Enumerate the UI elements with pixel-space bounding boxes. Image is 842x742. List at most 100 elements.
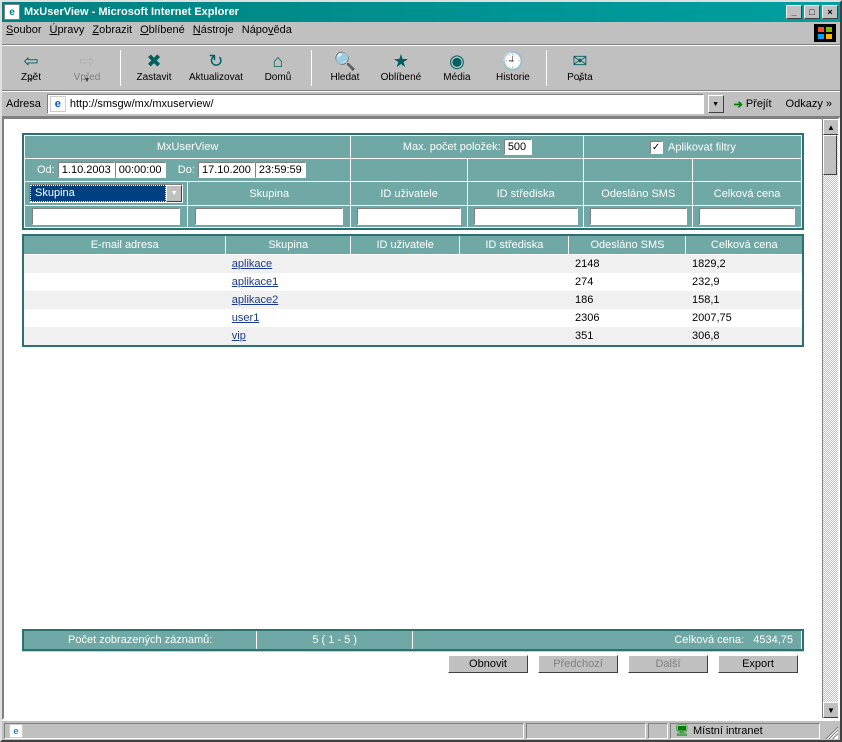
group-link[interactable]: vip [232, 330, 246, 342]
col-idstr-header[interactable]: ID střediska [467, 182, 584, 206]
th-iduz[interactable]: ID uživatele [351, 235, 460, 255]
cell-email [23, 255, 226, 274]
media-icon: ◉ [449, 50, 465, 72]
menu-upravy[interactable]: Úpravy [49, 24, 84, 42]
home-button[interactable]: ⌂ Domů [253, 48, 303, 85]
stop-button[interactable]: ✖ Zastavit [129, 48, 179, 85]
od-date-input[interactable]: 1.10.2003 [58, 162, 115, 178]
cell-odeslano: 2148 [569, 255, 686, 274]
group-link[interactable]: aplikace [232, 258, 272, 270]
scroll-thumb[interactable] [823, 135, 837, 175]
cell-skupina: vip [226, 327, 351, 346]
th-odeslano[interactable]: Odesláno SMS [569, 235, 686, 255]
filter-odeslano-input[interactable] [590, 208, 687, 225]
cell-idstr [460, 309, 569, 327]
th-cena[interactable]: Celková cena [686, 235, 803, 255]
max-items-cell: Max. počet položek: 500 [351, 136, 584, 159]
status-cell-2 [526, 723, 646, 739]
go-arrow-icon: ➔ [734, 98, 743, 111]
col-odeslano-header[interactable]: Odesláno SMS [584, 182, 693, 206]
cell-idstr [460, 273, 569, 291]
maximize-button[interactable]: □ [804, 5, 820, 19]
dalsi-button[interactable]: Další [628, 655, 708, 673]
window-title: MxUserView - Microsoft Internet Explorer [24, 6, 784, 18]
cell-cena: 1829,2 [686, 255, 803, 274]
cell-skupina: user1 [226, 309, 351, 327]
do-date-input[interactable]: 17.10.200 [198, 162, 255, 178]
do-time-input[interactable]: 23:59:59 [255, 162, 306, 178]
page-title: MxUserView [25, 136, 351, 159]
max-items-input[interactable]: 500 [504, 139, 532, 155]
minimize-button[interactable]: _ [786, 5, 802, 19]
chevron-down-icon: ▼ [576, 77, 583, 84]
export-button[interactable]: Export [718, 655, 798, 673]
address-input[interactable] [70, 98, 701, 110]
cell-cena: 2007,75 [686, 309, 803, 327]
status-text-cell: e [4, 723, 524, 739]
menu-oblibene[interactable]: Oblíbené [140, 24, 185, 42]
favorites-button[interactable]: ★ Oblíbené [376, 48, 426, 85]
filter-skupina-input[interactable] [195, 208, 343, 225]
media-button[interactable]: ◉ Média [432, 48, 482, 85]
cell-idstr [460, 255, 569, 274]
browser-window: e MxUserView - Microsoft Internet Explor… [0, 0, 842, 742]
titlebar: e MxUserView - Microsoft Internet Explor… [2, 2, 840, 22]
col-cena-header[interactable]: Celková cena [693, 182, 802, 206]
vertical-scrollbar[interactable]: ▲ ▼ [822, 119, 838, 718]
filter-idstr-input[interactable] [474, 208, 578, 225]
th-email[interactable]: E-mail adresa [23, 235, 226, 255]
cell-iduz [351, 327, 460, 346]
star-icon: ★ [393, 50, 409, 72]
close-button[interactable]: × [822, 5, 838, 19]
toolbar: ⇦ Zpět ▼ ⇨ Vpřed ▼ ✖ Zastavit ↻ Aktualiz… [2, 45, 840, 91]
group-link[interactable]: user1 [232, 312, 260, 324]
history-icon: 🕘 [502, 50, 524, 72]
predchozi-button[interactable]: Předchozí [538, 655, 618, 673]
back-button[interactable]: ⇦ Zpět ▼ [6, 48, 56, 86]
group-link[interactable]: aplikace2 [232, 294, 278, 306]
cell-iduz [351, 273, 460, 291]
filter-iduz-input[interactable] [357, 208, 461, 225]
menu-napoveda[interactable]: Nápověda [242, 24, 292, 42]
resize-grip[interactable] [822, 723, 838, 739]
table-row: aplikace 21481829,2 [23, 255, 803, 274]
home-icon: ⌂ [272, 50, 283, 72]
results-table: E-mail adresa Skupina ID uživatele ID st… [22, 234, 804, 347]
group-link[interactable]: aplikace1 [232, 276, 278, 288]
count-value: 5 ( 1 - 5 ) [257, 631, 413, 649]
scroll-down-button[interactable]: ▼ [823, 702, 839, 718]
refresh-button[interactable]: ↻ Aktualizovat [185, 48, 247, 85]
address-dropdown-button[interactable]: ▼ [708, 95, 724, 113]
group-dropdown-cell: Skupina ▼ [25, 182, 188, 206]
chevron-down-icon: ▼ [166, 185, 182, 202]
cell-cena: 306,8 [686, 327, 803, 346]
menu-nastroje[interactable]: Nástroje [193, 24, 234, 42]
cell-odeslano: 351 [569, 327, 686, 346]
links-button[interactable]: Odkazy » [782, 96, 836, 112]
page-body: MxUserView Max. počet položek: 500 ✓ Apl… [4, 119, 822, 690]
filter-cena-input[interactable] [699, 208, 796, 225]
stop-icon: ✖ [146, 50, 161, 72]
cell-iduz [351, 309, 460, 327]
od-time-input[interactable]: 00:00:00 [115, 162, 166, 178]
table-row: vip 351306,8 [23, 327, 803, 346]
th-idstr[interactable]: ID střediska [460, 235, 569, 255]
history-button[interactable]: 🕘 Historie [488, 48, 538, 85]
scroll-up-button[interactable]: ▲ [823, 119, 839, 135]
mail-button[interactable]: ✉ Pošta ▼ [555, 48, 605, 86]
menu-zobrazit[interactable]: Zobrazit [92, 24, 132, 42]
apply-filters-checkbox[interactable]: ✓ [650, 141, 663, 154]
filter-email-input[interactable] [32, 208, 180, 225]
apply-filters-cell: ✓ Aplikovat filtry [584, 136, 802, 159]
col-iduz-header[interactable]: ID uživatele [351, 182, 468, 206]
scroll-track[interactable] [823, 135, 838, 702]
menu-soubor[interactable]: Soubor [6, 24, 41, 42]
group-dropdown[interactable]: Skupina ▼ [29, 184, 183, 203]
go-button[interactable]: ➔ Přejít [728, 96, 778, 113]
col-skupina-header[interactable]: Skupina [188, 182, 351, 206]
forward-button[interactable]: ⇨ Vpřed ▼ [62, 48, 112, 86]
th-skupina[interactable]: Skupina [226, 235, 351, 255]
content-area: MxUserView Max. počet položek: 500 ✓ Apl… [2, 117, 840, 720]
search-button[interactable]: 🔍 Hledat [320, 48, 370, 85]
obnovit-button[interactable]: Obnovit [448, 655, 528, 673]
